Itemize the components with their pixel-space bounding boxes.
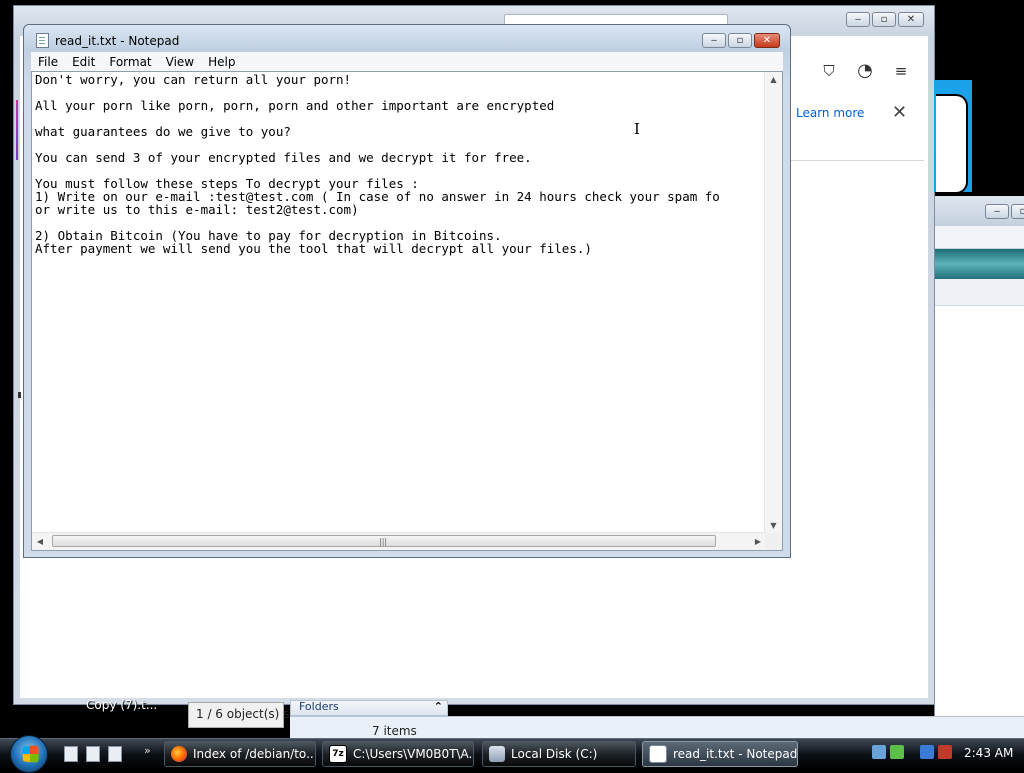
system-tray bbox=[872, 745, 952, 759]
folders-pane-header[interactable]: Folders ⌃ bbox=[290, 700, 448, 716]
browser-accent-strip bbox=[16, 100, 18, 160]
folders-label: Folders bbox=[299, 700, 339, 713]
chevron-right-icon[interactable]: » bbox=[144, 744, 151, 757]
ibeam-cursor-icon: I bbox=[634, 120, 640, 138]
items-count: 7 items bbox=[372, 724, 417, 738]
sevenzip-status-bar: 1 / 6 object(s) se bbox=[188, 702, 297, 728]
scroll-up-icon[interactable]: ▲ bbox=[765, 72, 782, 88]
background-image-fragment bbox=[934, 80, 972, 194]
text-line: You can send 3 of your encrypted files a… bbox=[35, 150, 532, 165]
maximize-button[interactable]: ▫ bbox=[872, 12, 896, 27]
menu-edit[interactable]: Edit bbox=[65, 55, 102, 69]
account-icon[interactable]: ◔ bbox=[856, 62, 874, 80]
maximize-button[interactable]: ▫ bbox=[728, 33, 752, 48]
pocket-icon[interactable]: ⛉ bbox=[820, 62, 838, 80]
text-line: Don't worry, you can return all your por… bbox=[35, 73, 352, 87]
task-label: Local Disk (C:) bbox=[511, 747, 598, 761]
start-button[interactable] bbox=[10, 735, 48, 773]
computer-icon[interactable] bbox=[920, 745, 934, 759]
quick-launch-file-icon[interactable] bbox=[86, 746, 100, 762]
quick-launch-notepad-icon[interactable] bbox=[108, 746, 122, 762]
window-edge-mark bbox=[18, 392, 21, 398]
notepad-icon bbox=[649, 745, 667, 763]
close-button[interactable]: ✕ bbox=[898, 12, 924, 27]
browser-caption-buttons: ‒ ▫ ✕ bbox=[846, 12, 924, 27]
text-line: After payment we will send you the tool … bbox=[35, 241, 592, 256]
task-local-disk[interactable]: Local Disk (C:) bbox=[482, 741, 636, 767]
text-line: All your porn like porn, porn, porn and … bbox=[35, 98, 555, 113]
menu-help[interactable]: Help bbox=[201, 55, 242, 69]
show-desktop-icon[interactable] bbox=[64, 746, 78, 762]
menu-view[interactable]: View bbox=[159, 55, 201, 69]
firefox-icon bbox=[171, 746, 187, 762]
clock[interactable]: 2:43 AM bbox=[964, 746, 1013, 760]
minimize-button[interactable]: ‒ bbox=[985, 204, 1009, 219]
scroll-thumb[interactable]: ||| bbox=[52, 535, 716, 547]
scroll-right-icon[interactable]: ▶ bbox=[750, 533, 766, 550]
notepad-titlebar[interactable]: read_it.txt - Notepad bbox=[36, 33, 179, 48]
menu-format[interactable]: Format bbox=[102, 55, 158, 69]
network-icon[interactable] bbox=[872, 745, 886, 759]
menu-icon[interactable]: ≡ bbox=[892, 62, 910, 80]
scrollbar-corner bbox=[765, 533, 782, 550]
window-title: read_it.txt - Notepad bbox=[55, 33, 180, 48]
menu-file[interactable]: File bbox=[31, 55, 65, 69]
task-sevenzip[interactable]: 7z C:\Users\VM0B0T\A... bbox=[322, 741, 474, 767]
explorer-status-bar: 7 items bbox=[290, 716, 1024, 739]
text-editor[interactable]: Don't worry, you can return all your por… bbox=[31, 71, 783, 551]
desktop-file-label[interactable]: Copy (7).t... bbox=[86, 698, 157, 712]
notepad-icon bbox=[36, 33, 49, 48]
task-label: read_it.txt - Notepad bbox=[673, 747, 798, 761]
security-icon[interactable] bbox=[890, 745, 904, 759]
maximize-button[interactable]: ▫ bbox=[1011, 204, 1024, 219]
close-button[interactable]: ✕ bbox=[754, 33, 780, 48]
task-label: Index of /debian/to... bbox=[193, 747, 316, 761]
drive-icon bbox=[489, 746, 505, 762]
vertical-scrollbar[interactable]: ▲ ▼ bbox=[764, 72, 782, 534]
chevron-up-icon[interactable]: ⌃ bbox=[434, 700, 443, 713]
background-window-right[interactable]: ‒ ▫ bbox=[934, 196, 1024, 716]
task-label: C:\Users\VM0B0T\A... bbox=[353, 747, 474, 761]
sevenzip-icon: 7z bbox=[329, 745, 347, 763]
scroll-down-icon[interactable]: ▼ bbox=[765, 518, 782, 534]
minimize-button[interactable]: ‒ bbox=[702, 33, 726, 48]
text-line: what guarantees do we give to you? bbox=[35, 124, 291, 139]
notepad-window[interactable]: read_it.txt - Notepad ‒ ▫ ✕ File Edit Fo… bbox=[23, 24, 791, 558]
scroll-left-icon[interactable]: ◀ bbox=[32, 533, 48, 550]
notification-close-icon[interactable]: ✕ bbox=[892, 102, 907, 123]
notepad-caption-buttons: ‒ ▫ ✕ bbox=[702, 33, 780, 48]
document-text[interactable]: Don't worry, you can return all your por… bbox=[35, 73, 765, 535]
learn-more-link[interactable]: Learn more bbox=[796, 106, 864, 120]
text-line: or write us to this e-mail: test2@test.c… bbox=[35, 202, 359, 217]
browser-toolbar-icons: ⛉ ◔ ≡ bbox=[820, 62, 910, 81]
sevenzip-status-text: 1 / 6 object(s) se bbox=[196, 707, 297, 721]
minimize-button[interactable]: ‒ bbox=[846, 12, 870, 27]
task-firefox[interactable]: Index of /debian/to... bbox=[164, 741, 316, 767]
quick-launch bbox=[64, 746, 122, 762]
taskbar: » Index of /debian/to... 7z C:\Users\VM0… bbox=[0, 735, 1024, 773]
volume-muted-icon[interactable] bbox=[938, 745, 952, 759]
notification-divider bbox=[790, 160, 924, 161]
task-notepad[interactable]: read_it.txt - Notepad bbox=[642, 741, 798, 767]
menu-bar: File Edit Format View Help bbox=[31, 52, 783, 71]
horizontal-scrollbar[interactable]: ◀ ||| ▶ bbox=[32, 532, 766, 550]
